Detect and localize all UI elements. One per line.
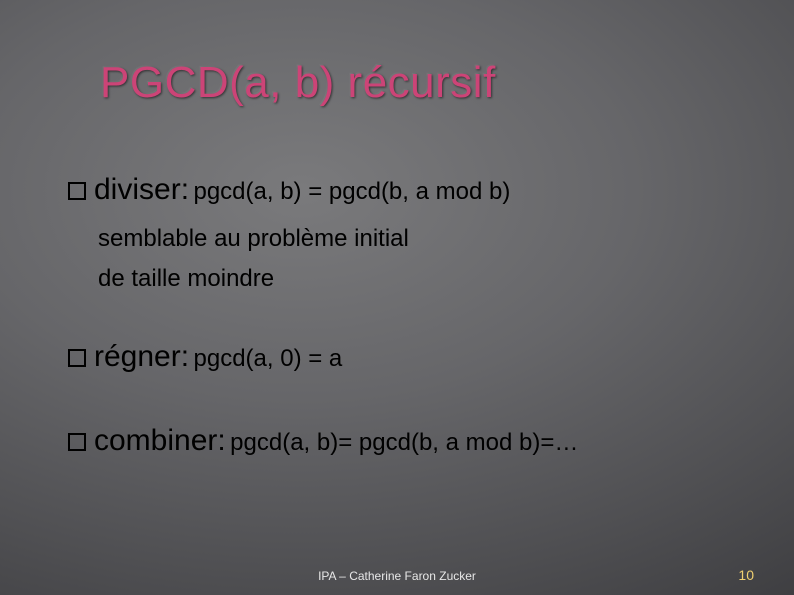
slide-body: diviser: pgcd(a, b) = pgcd(b, a mod b) s… [68,170,754,476]
bullet-combiner: combiner: pgcd(a, b)= pgcd(b, a mod b)=… [68,421,754,462]
expr-regner: pgcd(a, 0) = a [194,345,343,372]
bullet-icon [68,182,86,200]
term-regner: régner: [94,340,189,373]
slide-title: PGCD(a, b) récursif [100,58,496,108]
bullet-icon [68,349,86,367]
footer-author: IPA – Catherine Faron Zucker [0,569,794,583]
slide: PGCD(a, b) récursif diviser: pgcd(a, b) … [0,0,794,595]
bullet-diviser: diviser: pgcd(a, b) = pgcd(b, a mod b) [68,170,754,211]
expr-diviser: pgcd(a, b) = pgcd(b, a mod b) [193,178,510,205]
term-combiner: combiner: [94,424,226,457]
expr-combiner: pgcd(a, b)= pgcd(b, a mod b)=… [230,429,578,456]
sub-line-2: de taille moindre [98,265,754,293]
bullet-regner: régner: pgcd(a, 0) = a [68,337,754,378]
bullet-icon [68,433,86,451]
sub-line-1: semblable au problème initial [98,225,754,253]
page-number: 10 [738,567,754,583]
term-diviser: diviser: [94,173,189,206]
